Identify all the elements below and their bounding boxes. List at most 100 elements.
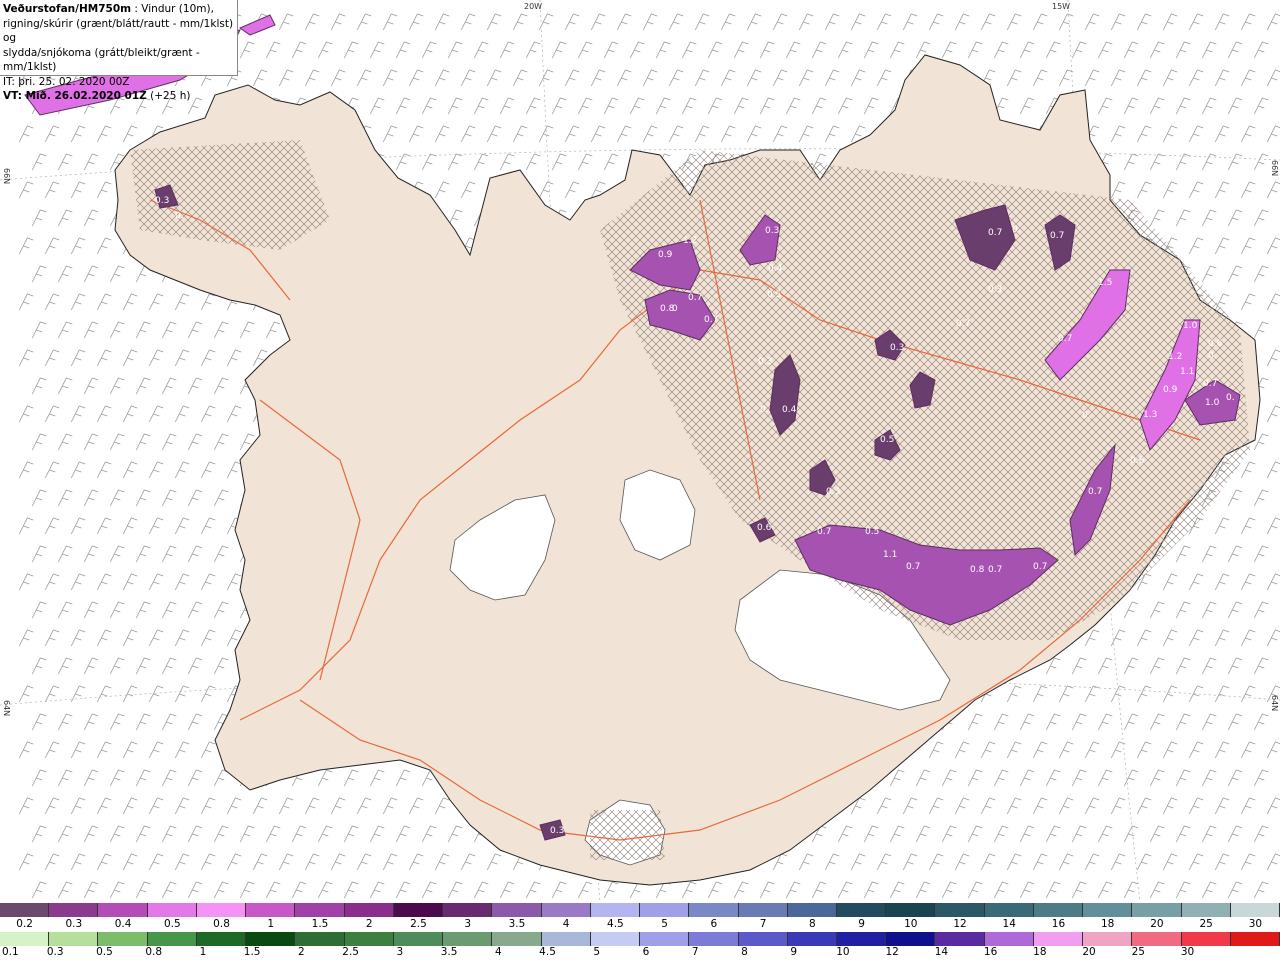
- svg-text:0.3: 0.3: [988, 285, 1002, 295]
- legend-swatch: [196, 932, 247, 946]
- legend-label: 25: [1199, 918, 1213, 930]
- legend-swatch: [147, 932, 197, 946]
- svg-text:0.7: 0.7: [1088, 487, 1102, 497]
- svg-text:0.8: 0.8: [970, 565, 985, 575]
- svg-text:0.7: 0.7: [1050, 231, 1064, 241]
- legend-label: 9: [858, 918, 865, 930]
- legend-swatch: [1230, 903, 1280, 917]
- title-line2: rigning/skúrir (grænt/blátt/rautt - mm/1…: [3, 17, 234, 45]
- legend-label: 4.5: [539, 946, 556, 958]
- svg-text:0.6: 0.6: [1130, 456, 1145, 466]
- legend-swatch: [738, 932, 788, 946]
- rain-legend-bar: [0, 932, 1280, 946]
- legend-swatch: [344, 932, 394, 946]
- legend-swatch: [1083, 903, 1133, 917]
- svg-text:0.7: 0.7: [988, 565, 1002, 575]
- legend-swatch: [98, 903, 148, 917]
- svg-text:0.3: 0.3: [550, 826, 564, 836]
- legend-swatch: [836, 903, 887, 917]
- rain-legend-labels: 0.1 0.3 0.5 0.8 1 1.5 2 2.5 3 3.5 4 4.5 5 6 7 8 9 10 12 14 1…: [0, 946, 1280, 960]
- legend-label: 18: [1033, 946, 1047, 958]
- legend-label: 0.5: [163, 918, 181, 930]
- legend-label: 3.5: [508, 918, 526, 930]
- svg-text:1.5: 1.5: [1098, 278, 1112, 288]
- legend-swatch: [344, 903, 394, 917]
- legend-swatch: [98, 932, 148, 946]
- legend-label: 3: [396, 946, 404, 958]
- legend-label: 0.8: [213, 918, 230, 930]
- legend-label: 12: [953, 918, 967, 930]
- legend-swatch: [640, 903, 690, 917]
- legend-label: 8: [741, 946, 748, 958]
- legend-label: 0.2: [16, 918, 33, 930]
- legend-swatch: [886, 903, 936, 917]
- legend-label: 3.5: [440, 946, 458, 958]
- svg-text:0.3: 0.3: [890, 343, 904, 353]
- title-lead-time: (+25 h): [146, 90, 191, 102]
- svg-text:0.: 0.: [1208, 351, 1217, 361]
- legend-swatch: [1033, 932, 1084, 946]
- legend-swatch: [886, 932, 936, 946]
- svg-text:1.0: 1.0: [1183, 321, 1198, 331]
- legend-label: 10: [904, 918, 918, 930]
- legend-label: 2: [298, 946, 305, 958]
- svg-text:0.: 0.: [1012, 225, 1021, 235]
- legend-swatch: [935, 932, 985, 946]
- legend-swatch: [0, 903, 50, 917]
- legend-swatch: [541, 932, 591, 946]
- legend-label: 2.5: [342, 946, 359, 958]
- legend-swatch: [443, 932, 493, 946]
- legend-label: 0.1: [2, 946, 19, 958]
- lat-label-66n-right: 66N: [1270, 160, 1279, 177]
- svg-text:0.3: 0.3: [765, 226, 779, 236]
- svg-text:0.: 0.: [1082, 411, 1091, 421]
- legend-label: 4: [494, 946, 502, 958]
- legend-label: 1: [199, 946, 207, 958]
- legend-label: 30: [1180, 946, 1195, 958]
- legend-label: 25: [1131, 946, 1145, 958]
- legend-swatch: [1181, 932, 1231, 946]
- svg-text:0.7: 0.7: [704, 315, 718, 325]
- legend-swatch: [246, 903, 296, 917]
- snow-legend-labels: 0.2 0.3 0.4 0.5 0.8 1 1.5 2 2.5 3 3.5 4 4.5 5 6 7 8 9 10 12…: [0, 918, 1280, 932]
- legend-label: 12: [885, 946, 899, 958]
- legend-swatch: [1132, 903, 1182, 917]
- legend-swatch: [246, 932, 296, 946]
- legend-label: 6: [710, 918, 718, 930]
- legend-label: 0.8: [145, 946, 163, 958]
- svg-text:0.3: 0.3: [758, 357, 772, 367]
- legend-label: 16: [983, 946, 998, 958]
- legend-label: 14: [934, 946, 949, 958]
- legend-label: 1.5: [243, 946, 261, 958]
- legend-label: 5: [593, 946, 601, 958]
- legend-label: 2: [365, 918, 373, 930]
- legend-swatch: [738, 903, 788, 917]
- legend-swatch: [689, 903, 739, 917]
- legend-label: 20: [1082, 946, 1096, 958]
- svg-text:0.7: 0.7: [1033, 562, 1047, 572]
- legend-swatch: [590, 903, 641, 917]
- svg-text:0.5: 0.5: [880, 435, 894, 445]
- svg-text:1.1: 1.1: [883, 550, 897, 560]
- svg-text:0.5: 0.5: [865, 527, 879, 537]
- svg-text:0.7: 0.7: [817, 527, 831, 537]
- lat-label-64n-left: 64N: [2, 700, 11, 717]
- legend-label: 9: [790, 946, 798, 958]
- svg-text:1.1: 1.1: [1180, 367, 1194, 377]
- legend-swatch: [541, 903, 591, 917]
- legend-swatch: [443, 903, 493, 917]
- lon-label-15w: 15W: [1052, 2, 1071, 11]
- legend-swatch: [984, 903, 1034, 917]
- legend-label: 4.5: [607, 918, 624, 930]
- svg-text:0.6: 0.6: [757, 523, 772, 533]
- weather-map: 0.9 1.2 0.8 0 0.7 0.7 0.3 0.4 0.5 0.3 0.7 0. 0.7 0.…: [0, 0, 1280, 902]
- legend-swatch: [1033, 903, 1084, 917]
- legend-label: 1.5: [311, 918, 329, 930]
- legend-swatch: [1230, 932, 1280, 946]
- legend-swatch: [49, 932, 99, 946]
- legend-label: 1: [267, 918, 275, 930]
- svg-text:0.7: 0.7: [956, 319, 970, 329]
- legend-label: 0.3: [65, 918, 83, 930]
- legend-swatch: [590, 932, 641, 946]
- svg-text:0.7: 0.7: [1058, 334, 1072, 344]
